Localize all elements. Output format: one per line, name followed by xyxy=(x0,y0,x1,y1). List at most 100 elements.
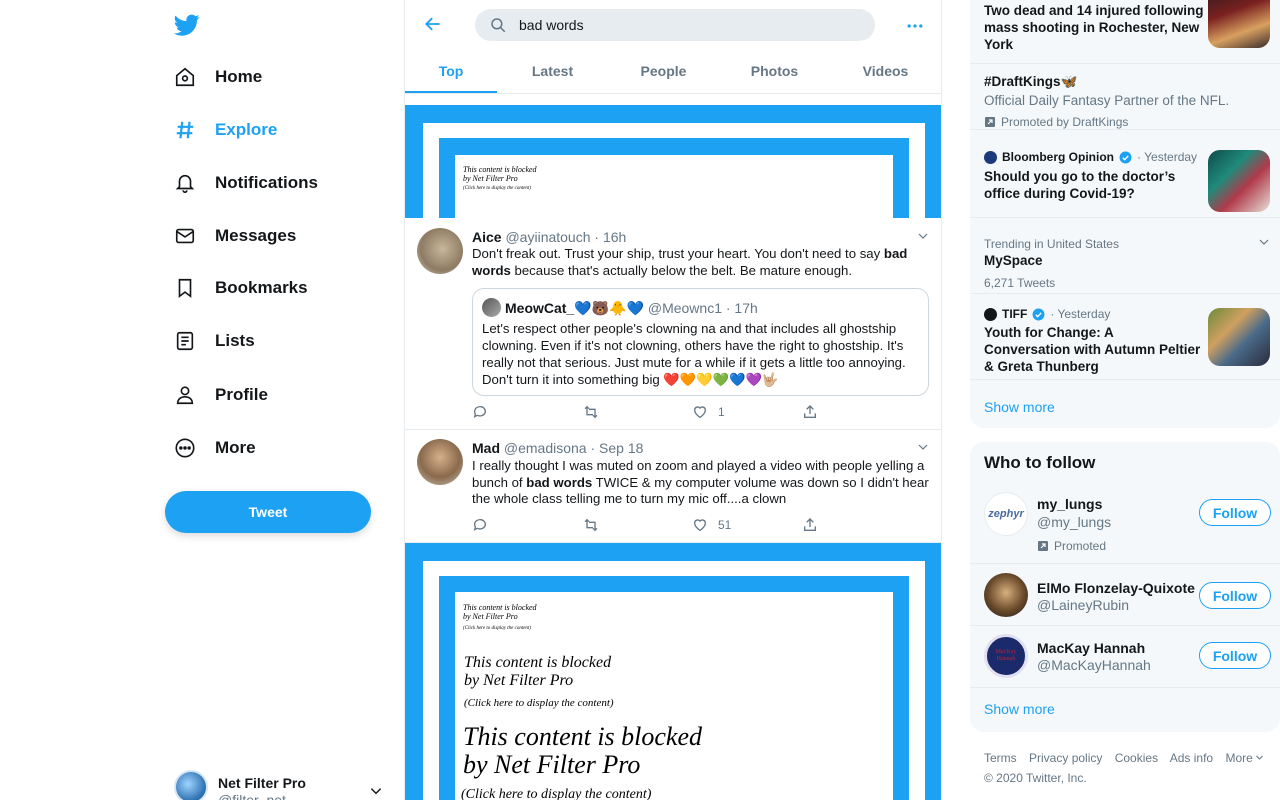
retweet-button[interactable] xyxy=(582,404,642,420)
footer-link-terms[interactable]: Terms xyxy=(984,751,1017,765)
tweet-button[interactable]: Tweet xyxy=(165,491,371,533)
nav-bookmarks[interactable]: Bookmarks xyxy=(174,268,308,308)
chevron-down-icon[interactable] xyxy=(1258,236,1270,248)
nav-profile[interactable]: Profile xyxy=(174,375,268,415)
search-input[interactable] xyxy=(519,17,839,33)
more-options-icon[interactable] xyxy=(905,16,925,36)
home-icon xyxy=(174,66,196,88)
tab-top[interactable]: Top xyxy=(405,52,497,93)
user-handle: @MacKayHannah xyxy=(1037,657,1151,673)
bell-icon xyxy=(174,172,196,194)
trend-source: TIFF · Yesterday xyxy=(984,307,1110,321)
heart-icon xyxy=(693,519,707,532)
reply-button[interactable] xyxy=(472,404,532,420)
tab-people[interactable]: People xyxy=(608,52,719,93)
nav-messages[interactable]: Messages xyxy=(174,216,296,256)
trend-item[interactable]: Bloomberg Opinion · Yesterday Should you… xyxy=(970,130,1280,218)
nav-home[interactable]: Home xyxy=(174,57,262,97)
reply-icon xyxy=(473,519,486,531)
nav-label: Bookmarks xyxy=(215,278,308,297)
account-handle: @filter_net xyxy=(218,792,286,800)
back-arrow-icon[interactable] xyxy=(423,14,443,34)
copyright: © 2020 Twitter, Inc. xyxy=(984,771,1087,785)
avatar: MacKay Hannah xyxy=(984,634,1028,678)
reply-button[interactable] xyxy=(472,517,532,533)
verified-badge-icon xyxy=(1119,151,1132,163)
tweet-header: Mad @emadisona · Sep 18 xyxy=(472,439,643,457)
footer: Terms Privacy policy Cookies Ads info Mo… xyxy=(984,748,1274,788)
trend-title: Should you go to the doctor’s office dur… xyxy=(984,169,1176,201)
who-to-follow-panel: Who to follow zephyr my_lungs @my_lungs … xyxy=(970,442,1280,732)
quoted-tweet-header: MeowCat_💙🐻🐥💙 @Meownc1 · 17h xyxy=(505,300,758,316)
tweet-actions: 51 xyxy=(472,517,862,533)
share-button[interactable] xyxy=(802,517,862,533)
nav-lists[interactable]: Lists xyxy=(174,321,255,361)
chevron-down-icon[interactable] xyxy=(917,441,929,453)
trend-thumbnail xyxy=(1208,150,1270,212)
tweet-author-name[interactable]: Aice xyxy=(472,229,502,245)
nav-label: Lists xyxy=(215,331,255,350)
nav-explore[interactable]: Explore xyxy=(174,110,277,150)
tab-photos[interactable]: Photos xyxy=(719,52,830,93)
follow-suggestion[interactable]: zephyr my_lungs @my_lungs Follow Promote… xyxy=(970,483,1280,564)
footer-link-ads[interactable]: Ads info xyxy=(1170,751,1213,765)
share-icon xyxy=(804,405,816,418)
trend-item[interactable]: TIFF · Yesterday Youth for Change: A Con… xyxy=(970,294,1280,380)
follow-suggestion[interactable]: ElMo Flonzelay-Quixote @LaineyRubin Foll… xyxy=(970,564,1280,626)
tweet-author-name[interactable]: Mad xyxy=(472,440,500,456)
tweet[interactable]: Aice @ayiinatouch · 16h Don't freak out.… xyxy=(405,218,941,430)
avatar xyxy=(417,439,463,485)
tweet-actions: 1 xyxy=(472,404,862,420)
trend-subtitle: Official Daily Fantasy Partner of the NF… xyxy=(984,93,1230,108)
trend-item[interactable]: #DraftKings🦋 Official Daily Fantasy Part… xyxy=(970,64,1280,130)
account-switcher[interactable]: Net Filter Pro @filter_net xyxy=(174,770,389,800)
follow-suggestion[interactable]: MacKay Hannah MacKay Hannah @MacKayHanna… xyxy=(970,626,1280,688)
nav-label: Notifications xyxy=(215,173,318,192)
show-more-link[interactable]: Show more xyxy=(984,399,1055,415)
like-button[interactable]: 51 xyxy=(692,517,752,533)
trend-source: Bloomberg Opinion · Yesterday xyxy=(984,150,1197,164)
person-icon xyxy=(174,384,196,406)
chevron-down-icon[interactable] xyxy=(917,230,929,242)
like-button[interactable]: 1 xyxy=(692,404,752,420)
share-button[interactable] xyxy=(802,404,862,420)
footer-link-privacy[interactable]: Privacy policy xyxy=(1029,751,1102,765)
search-tabs: Top Latest People Photos Videos xyxy=(405,52,941,94)
more-circle-icon xyxy=(174,437,196,459)
quoted-tweet[interactable]: MeowCat_💙🐻🐥💙 @Meownc1 · 17h Let's respec… xyxy=(472,288,929,396)
envelope-icon xyxy=(174,225,196,247)
account-name: Net Filter Pro xyxy=(218,775,306,791)
chevron-down-icon xyxy=(1255,755,1263,760)
like-count: 1 xyxy=(718,405,725,419)
trend-item[interactable]: Trending in United States MySpace 6,271 … xyxy=(970,218,1280,294)
avatar xyxy=(984,573,1028,617)
trend-context: Trending in United States xyxy=(984,237,1119,251)
nav-more[interactable]: More xyxy=(174,428,256,468)
follow-button[interactable]: Follow xyxy=(1199,582,1271,609)
twitter-logo-icon[interactable] xyxy=(174,12,200,38)
tweet-text: I really thought I was muted on zoom and… xyxy=(472,458,929,506)
trends-panel: Two dead and 14 injured following mass s… xyxy=(970,0,1280,428)
search-box[interactable] xyxy=(475,9,875,41)
tweet[interactable]: Mad @emadisona · Sep 18 I really thought… xyxy=(405,431,941,543)
tab-latest[interactable]: Latest xyxy=(497,52,608,93)
blocked-content-banner[interactable]: This content is blocked by Net Filter Pro… xyxy=(405,105,941,218)
nav-label: Explore xyxy=(215,120,278,139)
trend-item[interactable]: Two dead and 14 injured following mass s… xyxy=(970,0,1280,64)
trend-title: Two dead and 14 injured following mass s… xyxy=(984,3,1204,52)
show-more-link[interactable]: Show more xyxy=(984,701,1055,717)
tweet-handle-time: @ayiinatouch · 16h xyxy=(505,229,627,245)
blocked-hint-small: (Click here to display the content) xyxy=(463,626,531,631)
retweet-icon xyxy=(584,405,598,419)
nav-notifications[interactable]: Notifications xyxy=(174,163,318,203)
retweet-button[interactable] xyxy=(582,517,642,533)
footer-link-cookies[interactable]: Cookies xyxy=(1115,751,1158,765)
tiff-logo-icon xyxy=(984,307,997,321)
tab-videos[interactable]: Videos xyxy=(830,52,941,93)
footer-link-more[interactable]: More xyxy=(1225,751,1263,765)
trend-tweet-count: 6,271 Tweets xyxy=(984,276,1056,290)
heart-icon xyxy=(693,406,707,419)
follow-button[interactable]: Follow xyxy=(1199,642,1271,669)
follow-button[interactable]: Follow xyxy=(1199,499,1271,526)
blocked-content-banner[interactable]: This content is blocked by Net Filter Pro… xyxy=(405,543,941,800)
